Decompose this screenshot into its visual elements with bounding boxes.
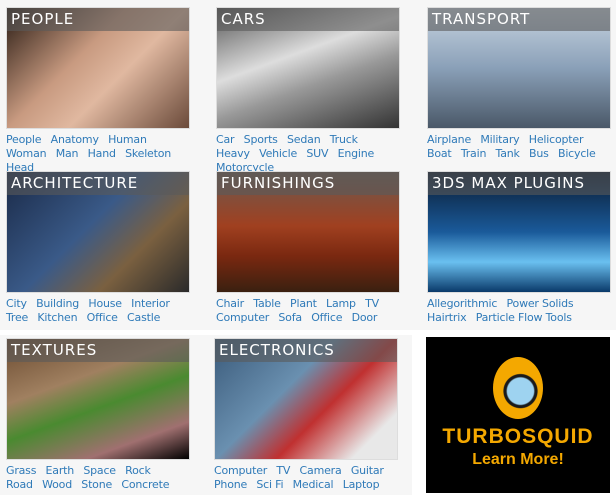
category-link[interactable]: Earth xyxy=(46,464,75,477)
category-links: Computer TV Camera Guitar Phone Sci Fi M… xyxy=(214,464,398,492)
category-link[interactable]: TV xyxy=(365,297,379,310)
category-tile-transport[interactable]: TRANSPORT Airplane Military Helicopter Bo… xyxy=(427,7,611,161)
category-link[interactable]: Computer xyxy=(216,311,269,324)
category-link[interactable]: Sedan xyxy=(287,133,321,146)
category-links: Airplane Military Helicopter Boat Train … xyxy=(427,133,611,161)
category-links: People Anatomy Human Woman Man Hand Skel… xyxy=(6,133,190,175)
category-link[interactable]: Guitar xyxy=(351,464,384,477)
category-title: TRANSPORT xyxy=(428,8,610,31)
category-title: ELECTRONICS xyxy=(215,339,397,362)
category-image[interactable]: TEXTURES xyxy=(6,338,190,460)
category-link[interactable]: Space xyxy=(83,464,116,477)
category-link[interactable]: Engine xyxy=(338,147,375,160)
category-tile-electronics[interactable]: ELECTRONICS Computer TV Camera Guitar Pho… xyxy=(214,338,398,492)
category-link[interactable]: Phone xyxy=(214,478,247,491)
category-link[interactable]: Lamp xyxy=(326,297,356,310)
category-link[interactable]: Interior xyxy=(131,297,170,310)
category-link[interactable]: Sci Fi xyxy=(256,478,283,491)
category-title: CARS xyxy=(217,8,399,31)
category-link[interactable]: Office xyxy=(311,311,342,324)
category-title: 3DS MAX PLUGINS xyxy=(428,172,610,195)
squid-logo-icon xyxy=(493,357,543,419)
category-tile-furnishings[interactable]: FURNISHINGS Chair Table Plant Lamp TV Com… xyxy=(216,171,400,325)
category-tile-people[interactable]: PEOPLE People Anatomy Human Woman Man Han… xyxy=(6,7,190,175)
category-links: Grass Earth Space Rock Road Wood Stone C… xyxy=(6,464,190,492)
category-title: TEXTURES xyxy=(7,339,189,362)
ad-brand: TurboSquid xyxy=(442,425,594,448)
category-link[interactable]: Hairtrix xyxy=(427,311,467,324)
category-links: City Building House Interior Tree Kitche… xyxy=(6,297,190,325)
category-link[interactable]: Train xyxy=(461,147,487,160)
category-link[interactable]: Chair xyxy=(216,297,244,310)
category-image[interactable]: PEOPLE xyxy=(6,7,190,129)
category-link[interactable]: Rock xyxy=(125,464,151,477)
category-link[interactable]: Door xyxy=(352,311,378,324)
category-link[interactable]: Heavy xyxy=(216,147,250,160)
category-link[interactable]: Camera xyxy=(300,464,342,477)
category-link[interactable]: Hand xyxy=(88,147,116,160)
category-link[interactable]: Boat xyxy=(427,147,452,160)
category-link[interactable]: Vehicle xyxy=(259,147,297,160)
category-link[interactable]: Office xyxy=(87,311,118,324)
category-link[interactable]: SUV xyxy=(306,147,328,160)
category-link[interactable]: Sports xyxy=(244,133,278,146)
category-link[interactable]: Skeleton xyxy=(125,147,171,160)
category-link[interactable]: Tree xyxy=(6,311,28,324)
category-link[interactable]: Stone xyxy=(81,478,112,491)
category-link[interactable]: Kitchen xyxy=(37,311,77,324)
category-links: Chair Table Plant Lamp TV Computer Sofa … xyxy=(216,297,400,325)
category-link[interactable]: Computer xyxy=(214,464,267,477)
category-title: FURNISHINGS xyxy=(217,172,399,195)
category-image[interactable]: ELECTRONICS xyxy=(214,338,398,460)
turbosquid-ad[interactable]: TurboSquid Learn More! xyxy=(426,337,610,493)
category-image[interactable]: FURNISHINGS xyxy=(216,171,400,293)
category-title: ARCHITECTURE xyxy=(7,172,189,195)
category-link[interactable]: Man xyxy=(56,147,79,160)
category-link[interactable]: Castle xyxy=(127,311,160,324)
category-link[interactable]: Anatomy xyxy=(51,133,99,146)
category-link[interactable]: Airplane xyxy=(427,133,471,146)
category-links: Car Sports Sedan Truck Heavy Vehicle SUV… xyxy=(216,133,400,175)
category-link[interactable]: Laptop xyxy=(343,478,380,491)
category-link[interactable]: Plant xyxy=(290,297,317,310)
learn-more-link[interactable]: Learn More! xyxy=(426,451,610,469)
category-tile-architecture[interactable]: ARCHITECTURE City Building House Interior… xyxy=(6,171,190,325)
category-link[interactable]: Power Solids xyxy=(507,297,574,310)
category-link[interactable]: People xyxy=(6,133,42,146)
category-link[interactable]: Truck xyxy=(330,133,358,146)
category-link[interactable]: Building xyxy=(36,297,79,310)
category-link[interactable]: Woman xyxy=(6,147,47,160)
category-link[interactable]: Helicopter xyxy=(529,133,584,146)
category-image[interactable]: CARS xyxy=(216,7,400,129)
category-link[interactable]: House xyxy=(88,297,122,310)
category-link[interactable]: TV xyxy=(276,464,290,477)
category-link[interactable]: Bicycle xyxy=(558,147,596,160)
category-link[interactable]: Grass xyxy=(6,464,36,477)
category-image[interactable]: 3DS MAX PLUGINS xyxy=(427,171,611,293)
category-link[interactable]: Bus xyxy=(529,147,549,160)
category-image[interactable]: ARCHITECTURE xyxy=(6,171,190,293)
category-image[interactable]: TRANSPORT xyxy=(427,7,611,129)
category-link[interactable]: Military xyxy=(480,133,519,146)
category-link[interactable]: Table xyxy=(253,297,281,310)
category-tile-textures[interactable]: TEXTURES Grass Earth Space Rock Road Wood… xyxy=(6,338,190,492)
category-links: Allegorithmic Power Solids Hairtrix Part… xyxy=(427,297,611,325)
category-link[interactable]: Tank xyxy=(496,147,520,160)
category-link[interactable]: Car xyxy=(216,133,235,146)
category-title: PEOPLE xyxy=(7,8,189,31)
category-link[interactable]: Human xyxy=(108,133,147,146)
category-link[interactable]: Allegorithmic xyxy=(427,297,497,310)
category-tile-cars[interactable]: CARS Car Sports Sedan Truck Heavy Vehicle… xyxy=(216,7,400,175)
category-link[interactable]: Sofa xyxy=(278,311,302,324)
category-link[interactable]: Concrete xyxy=(121,478,169,491)
category-link[interactable]: Particle Flow Tools xyxy=(476,311,572,324)
category-tile-3ds-max-plugins[interactable]: 3DS MAX PLUGINS Allegorithmic Power Solid… xyxy=(427,171,611,325)
category-link[interactable]: Wood xyxy=(42,478,72,491)
category-link[interactable]: City xyxy=(6,297,27,310)
category-link[interactable]: Road xyxy=(6,478,33,491)
category-link[interactable]: Medical xyxy=(293,478,334,491)
